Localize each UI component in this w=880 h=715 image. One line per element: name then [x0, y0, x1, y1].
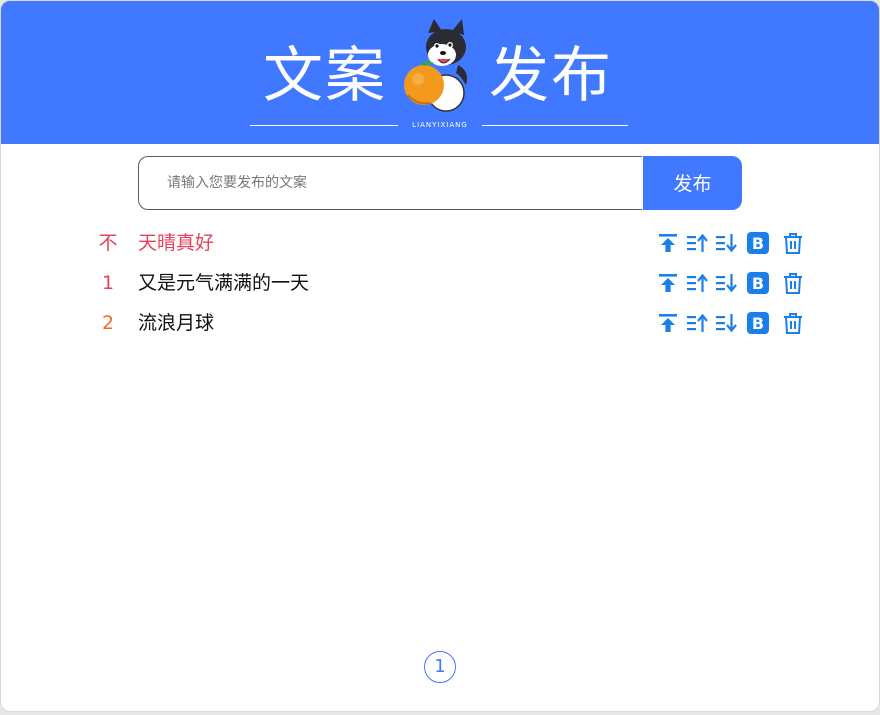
move-down-icon[interactable] [714, 311, 738, 335]
app-card: 文案 发布 LIANYIXIANG 发布 不 [0, 0, 880, 712]
list-item: 2 流浪月球 B [1, 303, 879, 343]
move-down-icon[interactable] [714, 231, 738, 255]
copy-input[interactable] [138, 156, 642, 210]
list-item: 不 天晴真好 B [1, 223, 879, 263]
item-rank: 1 [101, 272, 115, 294]
svg-text:B: B [752, 314, 764, 333]
pin-top-icon[interactable] [656, 231, 680, 255]
svg-text:B: B [752, 274, 764, 293]
pagination-page-button[interactable]: 1 [424, 651, 456, 683]
bold-icon[interactable]: B [746, 271, 770, 295]
banner-title-left: 文案 [263, 41, 387, 111]
item-text: 天晴真好 [138, 232, 215, 254]
move-up-icon[interactable] [685, 271, 709, 295]
pin-top-icon[interactable] [656, 311, 680, 335]
item-text: 又是元气满满的一天 [138, 272, 310, 294]
bold-icon[interactable]: B [746, 231, 770, 255]
delete-icon[interactable] [781, 271, 805, 295]
header-banner: 文案 发布 LIANYIXIANG [1, 1, 879, 144]
banner-subtitle: LIANYIXIANG [412, 121, 468, 129]
mascot-logo [404, 19, 467, 112]
delete-icon[interactable] [781, 311, 805, 335]
banner-divider-right [482, 125, 628, 126]
move-up-icon[interactable] [685, 231, 709, 255]
pinned-rank-label: 不 [98, 232, 118, 254]
publish-button[interactable]: 发布 [643, 156, 742, 210]
pin-top-icon[interactable] [656, 271, 680, 295]
banner-title-right: 发布 [489, 41, 613, 111]
banner-divider-left [250, 125, 398, 126]
move-up-icon[interactable] [685, 311, 709, 335]
svg-text:B: B [752, 234, 764, 253]
list-item: 1 又是元气满满的一天 B [1, 263, 879, 303]
item-text: 流浪月球 [138, 312, 215, 334]
item-rank: 2 [101, 312, 115, 334]
move-down-icon[interactable] [714, 271, 738, 295]
delete-icon[interactable] [781, 231, 805, 255]
publish-form: 发布 [138, 156, 742, 210]
bold-icon[interactable]: B [746, 311, 770, 335]
